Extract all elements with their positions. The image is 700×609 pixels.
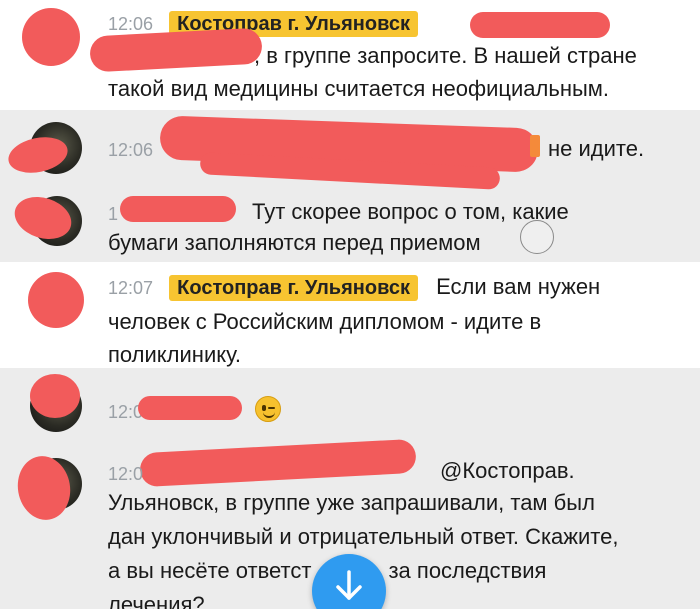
redaction bbox=[138, 396, 242, 420]
sender-badge[interactable]: Костоправ г. Ульяновск bbox=[169, 275, 418, 301]
avatar-redaction bbox=[30, 374, 80, 418]
message-line: лечения? bbox=[108, 592, 205, 609]
message-line: бумаги заполняются перед приемом bbox=[108, 230, 481, 255]
orange-mark bbox=[530, 135, 540, 157]
message-line: дан уклончивый и отрицательный ответ. Ск… bbox=[108, 524, 619, 549]
message-time: 1 bbox=[108, 204, 119, 224]
redaction bbox=[470, 12, 610, 38]
message-time: 12:07 bbox=[108, 278, 154, 298]
redaction bbox=[120, 196, 236, 222]
message-row[interactable]: 12:06 не идите. bbox=[0, 110, 700, 190]
message-line: Если вам нужен bbox=[436, 274, 601, 299]
message-line: Тут скорее вопрос о том, какие bbox=[252, 199, 569, 224]
message-line: человек с Российским дипломом - идите в bbox=[108, 309, 542, 334]
message-text: не идите. bbox=[548, 132, 670, 165]
avatar[interactable] bbox=[22, 8, 80, 66]
message-line: , в группе запросите. В нашей стране bbox=[254, 43, 637, 68]
message-line: не идите. bbox=[548, 136, 645, 161]
arrow-down-icon bbox=[336, 570, 362, 600]
avatar-redaction bbox=[28, 272, 84, 328]
avatar-redaction bbox=[22, 8, 80, 66]
message-line: такой вид медицины считается неофициальн… bbox=[108, 76, 610, 101]
message-row[interactable]: 12:0 bbox=[0, 368, 700, 440]
message-line: а вы несёте ответст bbox=[108, 558, 312, 583]
message-text: бумаги заполняются перед приемом bbox=[108, 226, 670, 259]
message-body: 12:07 Костоправ г. Ульяновск Если вам ну… bbox=[108, 270, 670, 371]
message-time: 12:0 bbox=[108, 464, 144, 484]
wink-emoji-icon bbox=[255, 396, 281, 422]
message-text: Ульяновск, в группе уже запрашивали, там… bbox=[108, 486, 670, 609]
message-row[interactable]: 1 Тут скорее вопрос о том, какие бумаги … bbox=[0, 190, 700, 262]
message-time: 12:06 bbox=[108, 140, 154, 160]
message-row[interactable]: 12:07 Костоправ г. Ульяновск Если вам ну… bbox=[0, 262, 700, 368]
message-text: Тут скорее вопрос о том, какие bbox=[252, 195, 670, 228]
message-line: @Костоправ. bbox=[440, 458, 575, 483]
message-line: Ульяновск, в группе уже запрашивали, там… bbox=[108, 490, 595, 515]
message-text: @Костоправ. bbox=[440, 454, 670, 487]
message-line: поликлинику. bbox=[108, 342, 242, 367]
touch-indicator bbox=[520, 220, 554, 254]
message-time: 12:06 bbox=[108, 14, 154, 34]
message-row[interactable]: 12:06 Костоправ г. Ульяновск , в группе … bbox=[0, 0, 700, 110]
avatar[interactable] bbox=[28, 272, 84, 328]
